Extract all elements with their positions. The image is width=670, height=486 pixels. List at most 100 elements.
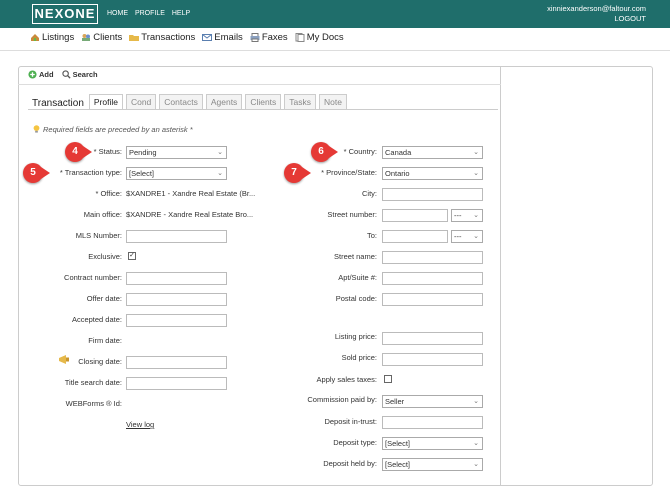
nexone-logo[interactable]: NEXONE (32, 4, 98, 24)
closing-date-input[interactable] (126, 356, 227, 369)
envelope-icon (202, 34, 213, 41)
deposit-type-select[interactable]: [Select] ⌄ (382, 437, 483, 450)
chevron-down-icon: ⌄ (217, 170, 223, 177)
exclusive-checkbox[interactable]: ✓ (128, 252, 136, 260)
to-input[interactable] (382, 230, 448, 243)
lightbulb-icon (33, 125, 40, 133)
city-label: City: (362, 189, 377, 198)
clients-icon (82, 34, 91, 41)
city-input[interactable] (382, 188, 483, 201)
street-number-input[interactable] (382, 209, 448, 222)
apt-input[interactable] (382, 272, 483, 285)
callout-arrow-7 (302, 167, 311, 179)
accepted-date-input[interactable] (126, 314, 227, 327)
documents-icon (295, 33, 305, 42)
required-note: Required fields are preceded by an aster… (32, 124, 193, 134)
chevron-down-icon: ⌄ (473, 440, 479, 447)
country-select[interactable]: Canada ⌄ (382, 146, 483, 159)
offer-date-input[interactable] (126, 293, 227, 306)
chevron-down-icon: ⌄ (473, 170, 479, 177)
folder-icon (129, 35, 140, 41)
house-icon (31, 34, 39, 41)
nav-home[interactable]: HOME (107, 10, 128, 17)
chevron-down-icon: ⌄ (473, 398, 479, 405)
module-faxes[interactable]: Faxes (250, 32, 288, 43)
callout-badge-6: 6 (311, 142, 331, 162)
postal-code-input[interactable] (382, 293, 483, 306)
street-name-label: Street name: (334, 252, 377, 261)
module-clients[interactable]: Clients (81, 32, 122, 43)
status-label: * Status: (93, 147, 122, 156)
tab-bar-title: Transaction (32, 98, 84, 109)
deposit-held-by-select[interactable]: [Select] ⌄ (382, 458, 483, 471)
tab-clients[interactable]: Clients (245, 94, 282, 109)
title-search-date-label: Title search date: (64, 378, 122, 387)
nav-profile[interactable]: PROFILE (135, 10, 165, 17)
tab-profile[interactable]: Profile (88, 94, 123, 109)
toolbar: Add Search (28, 70, 106, 79)
apt-label: Apt/Suite #: (338, 273, 377, 282)
status-select[interactable]: Pending ⌄ (126, 146, 227, 159)
contract-number-label: Contract number: (64, 273, 122, 282)
deposit-type-label: Deposit type: (333, 438, 377, 447)
mls-label: MLS Number: (75, 231, 122, 240)
logout-link[interactable]: LOGOUT (547, 14, 646, 24)
top-header: NEXONE HOME PROFILE HELP xinniexanderson… (0, 0, 670, 28)
title-search-date-input[interactable] (126, 377, 227, 390)
chevron-down-icon: ⌄ (473, 149, 479, 156)
office-value: $XANDRE1 - Xandre Real Estate (Br... (126, 189, 256, 198)
tab-bar: Transaction Profile Cond Contacts Agents… (32, 94, 350, 109)
country-label: * Country: (343, 147, 377, 156)
chevron-down-icon: ⌄ (473, 212, 479, 219)
top-nav: HOME PROFILE HELP (107, 10, 195, 17)
callout-arrow-6 (329, 146, 338, 158)
province-select[interactable]: Ontario ⌄ (382, 167, 483, 180)
tab-underline (28, 109, 498, 110)
sold-price-input[interactable] (382, 353, 483, 366)
office-label: * Office: (95, 189, 122, 198)
divider (0, 50, 670, 51)
main-office-value: $XANDRE - Xandre Real Estate Bro... (126, 210, 254, 219)
chevron-down-icon: ⌄ (217, 149, 223, 156)
view-log-link[interactable]: View log (126, 420, 154, 429)
toolbar-divider (18, 84, 501, 85)
tab-contacts[interactable]: Contacts (159, 94, 203, 109)
callout-arrow-4 (83, 146, 92, 158)
deposit-in-trust-label: Deposit in-trust: (324, 417, 377, 426)
transaction-type-select[interactable]: [Select] ⌄ (126, 167, 227, 180)
add-icon (28, 70, 37, 79)
to-direction-select[interactable]: --- ⌄ (451, 230, 483, 243)
commission-paid-by-select[interactable]: Seller ⌄ (382, 395, 483, 408)
apply-taxes-checkbox[interactable] (384, 375, 392, 383)
nav-help[interactable]: HELP (172, 10, 190, 17)
module-emails[interactable]: Emails (202, 32, 243, 43)
mls-input[interactable] (126, 230, 227, 243)
tab-agents[interactable]: Agents (205, 94, 243, 109)
main-office-label: Main office: (83, 210, 122, 219)
transaction-type-label: * Transaction type: (59, 168, 122, 177)
deposit-held-by-label: Deposit held by: (323, 459, 377, 468)
user-area: xinniexanderson@faltour.com LOGOUT (547, 4, 646, 24)
tab-cond[interactable]: Cond (125, 94, 157, 109)
module-listings[interactable]: Listings (30, 32, 74, 43)
offer-date-label: Offer date: (86, 294, 122, 303)
closing-date-label: Closing date: (78, 357, 122, 366)
webforms-id-label: WEBForms ® Id: (65, 399, 122, 408)
module-nav: Listings Clients Transactions Emails Fax… (30, 32, 351, 43)
search-button[interactable]: Search (61, 70, 98, 79)
street-name-input[interactable] (382, 251, 483, 264)
deposit-in-trust-input[interactable] (382, 416, 483, 429)
postal-code-label: Postal code: (335, 294, 377, 303)
firm-date-label: Firm date: (88, 336, 122, 345)
contract-number-input[interactable] (126, 272, 227, 285)
tab-tasks[interactable]: Tasks (284, 94, 317, 109)
listing-price-label: Listing price: (334, 332, 377, 341)
listing-price-input[interactable] (382, 332, 483, 345)
chevron-down-icon: ⌄ (473, 233, 479, 240)
add-button[interactable]: Add (28, 70, 54, 79)
street-number-direction-select[interactable]: --- ⌄ (451, 209, 483, 222)
module-transactions[interactable]: Transactions (129, 32, 195, 43)
tab-note[interactable]: Note (319, 94, 347, 109)
module-mydocs[interactable]: My Docs (295, 32, 344, 43)
to-label: To: (366, 231, 377, 240)
